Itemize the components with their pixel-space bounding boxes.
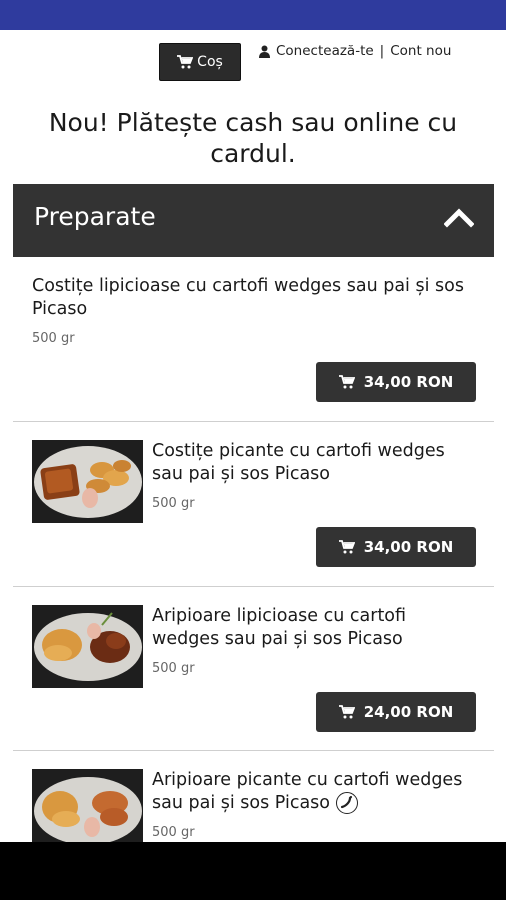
product-name[interactable]: Costițe lipicioase cu cartofi wedges sau… xyxy=(32,275,472,321)
product-weight: 500 gr xyxy=(32,331,75,346)
cart-button[interactable]: Coș xyxy=(159,43,241,81)
navigation-bar xyxy=(0,842,506,900)
food-photo xyxy=(32,769,143,852)
product-item: Costițe picante cu cartofi wedges sau pa… xyxy=(13,422,494,587)
price-label: 34,00 RON xyxy=(363,373,454,391)
cart-icon xyxy=(338,540,355,554)
price-label: 24,00 RON xyxy=(363,703,454,721)
product-name-text: Aripioare picante cu cartofi wedges sau … xyxy=(152,770,463,813)
login-link[interactable]: Conectează-te xyxy=(276,43,374,59)
product-item: Aripioare lipicioase cu cartofi wedges s… xyxy=(13,587,494,751)
status-bar xyxy=(0,0,506,30)
product-image[interactable] xyxy=(32,440,143,523)
food-photo xyxy=(32,440,143,523)
product-name[interactable]: Costițe picante cu cartofi wedges sau pa… xyxy=(152,440,472,486)
section-header-preparate[interactable]: Preparate xyxy=(13,184,494,257)
product-image[interactable] xyxy=(32,605,143,688)
separator: | xyxy=(379,43,385,59)
cart-icon xyxy=(338,375,355,389)
cart-label: Coș xyxy=(197,54,223,70)
account-links: Conectează-te | Cont nou xyxy=(259,43,451,59)
product-image[interactable] xyxy=(32,769,143,852)
product-name[interactable]: Aripioare picante cu cartofi wedges sau … xyxy=(152,769,482,815)
product-item: Costițe lipicioase cu cartofi wedges sau… xyxy=(13,257,494,422)
add-to-cart-button[interactable]: 34,00 RON xyxy=(316,527,476,567)
food-photo xyxy=(32,605,143,688)
product-weight: 500 gr xyxy=(152,825,195,840)
product-list: Costițe lipicioase cu cartofi wedges sau… xyxy=(13,257,494,891)
cart-icon xyxy=(177,55,194,69)
add-to-cart-button[interactable]: 34,00 RON xyxy=(316,362,476,402)
chili-icon xyxy=(336,792,358,814)
user-icon xyxy=(259,45,270,58)
add-to-cart-button[interactable]: 24,00 RON xyxy=(316,692,476,732)
cart-icon xyxy=(338,705,355,719)
product-weight: 500 gr xyxy=(152,496,195,511)
register-link[interactable]: Cont nou xyxy=(390,43,451,59)
chevron-up-icon[interactable] xyxy=(444,206,474,228)
header: Coș Conectează-te | Cont nou xyxy=(0,30,506,102)
payment-notice: Nou! Plătește cash sau online cu cardul. xyxy=(48,108,458,168)
price-label: 34,00 RON xyxy=(363,538,454,556)
product-weight: 500 gr xyxy=(152,661,195,676)
section-title: Preparate xyxy=(34,202,156,231)
product-name[interactable]: Aripioare lipicioase cu cartofi wedges s… xyxy=(152,605,472,651)
